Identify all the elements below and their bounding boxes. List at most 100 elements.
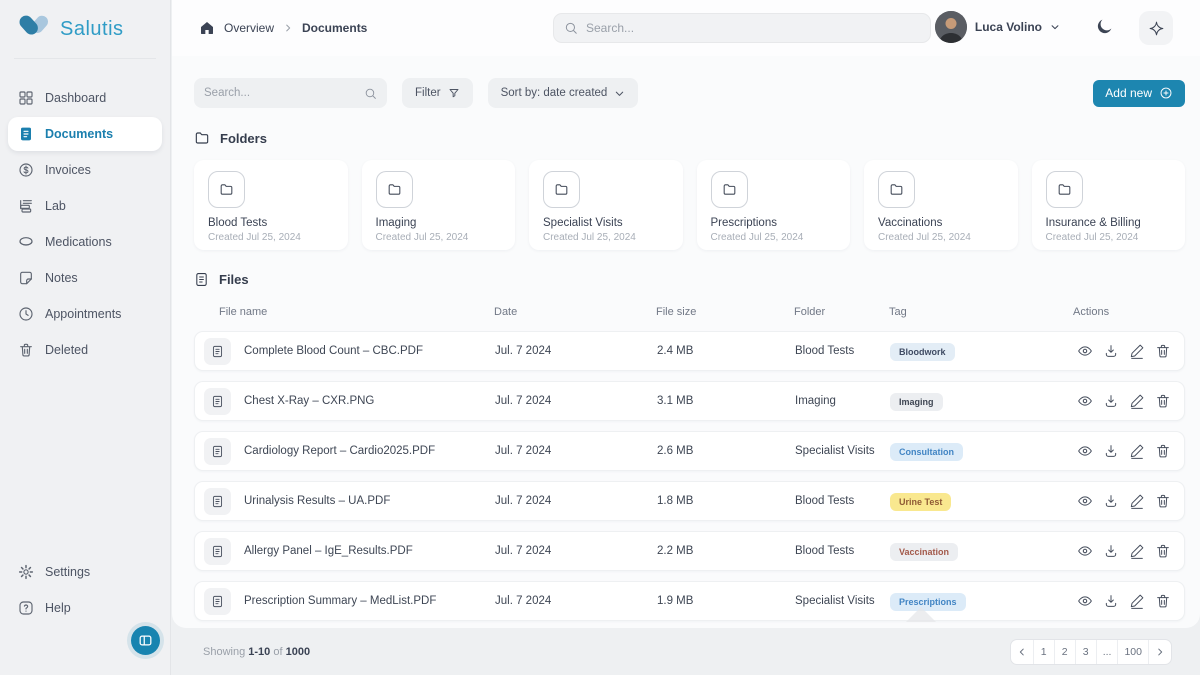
download-icon[interactable] (1103, 343, 1119, 359)
delete-icon[interactable] (1155, 593, 1171, 609)
folder-card[interactable]: Vaccinations Created Jul 25, 2024 (864, 160, 1018, 250)
content-toolbar: Filter Sort by: date created Add new (194, 78, 1185, 108)
sidebar-item-label: Appointments (45, 307, 121, 321)
file-folder: Specialist Visits (795, 595, 890, 607)
delete-icon[interactable] (1155, 443, 1171, 459)
sidebar-item-lab[interactable]: Lab (8, 189, 162, 223)
download-icon[interactable] (1103, 493, 1119, 509)
help-icon (18, 600, 34, 616)
table-row[interactable]: Urinalysis Results – UA.PDF Jul. 7 2024 … (194, 481, 1185, 521)
folder-card[interactable]: Insurance & Billing Created Jul 25, 2024 (1032, 160, 1186, 250)
tag-badge: Urine Test (890, 493, 951, 511)
view-icon[interactable] (1077, 393, 1093, 409)
sidebar-item-appointments[interactable]: Appointments (8, 297, 162, 331)
file-size: 2.6 MB (657, 445, 795, 457)
files-table-header: File name Date File size Folder Tag Acti… (194, 303, 1185, 321)
view-icon[interactable] (1077, 543, 1093, 559)
sidebar-item-deleted[interactable]: Deleted (8, 333, 162, 367)
files-section-header: Files (194, 272, 1200, 287)
home-icon[interactable] (199, 20, 215, 36)
folder-card[interactable]: Imaging Created Jul 25, 2024 (362, 160, 516, 250)
user-menu[interactable]: Luca Volino (935, 11, 1060, 43)
folders-section-title: Folders (220, 131, 267, 146)
global-search (553, 13, 931, 43)
delete-icon[interactable] (1155, 393, 1171, 409)
files-search-input[interactable] (204, 87, 364, 99)
add-new-button[interactable]: Add new (1093, 80, 1185, 107)
sidebar-item-help[interactable]: Help (8, 591, 163, 625)
chevron-down-icon (1050, 22, 1060, 32)
download-icon[interactable] (1103, 393, 1119, 409)
sidebar-item-label: Medications (45, 235, 112, 249)
grid-icon (18, 90, 34, 106)
edit-icon[interactable] (1129, 443, 1145, 459)
download-icon[interactable] (1103, 543, 1119, 559)
gear-icon (18, 564, 34, 580)
sidebar-item-dashboard[interactable]: Dashboard (8, 81, 162, 115)
edit-icon[interactable] (1129, 493, 1145, 509)
breadcrumb-parent[interactable]: Overview (224, 21, 274, 35)
tag-badge: Imaging (890, 393, 943, 411)
tag-badge: Consultation (890, 443, 963, 461)
table-row[interactable]: Cardiology Report – Cardio2025.PDF Jul. … (194, 431, 1185, 471)
edit-icon[interactable] (1129, 593, 1145, 609)
folder-name: Specialist Visits (543, 217, 683, 229)
sidebar-item-medications[interactable]: Medications (8, 225, 162, 259)
prev-page-button[interactable] (1011, 640, 1034, 664)
files-section-title: Files (219, 272, 249, 287)
collapse-sidebar-button[interactable] (131, 626, 160, 655)
view-icon[interactable] (1077, 493, 1093, 509)
sidebar-item-label: Help (45, 601, 71, 615)
sidebar-item-notes[interactable]: Notes (8, 261, 162, 295)
table-row[interactable]: Chest X-Ray – CXR.PNG Jul. 7 2024 3.1 MB… (194, 381, 1185, 421)
file-size: 2.4 MB (657, 345, 795, 357)
download-icon[interactable] (1103, 593, 1119, 609)
add-new-button-label: Add new (1105, 86, 1152, 100)
folder-card[interactable]: Blood Tests Created Jul 25, 2024 (194, 160, 348, 250)
breadcrumb-current[interactable]: Documents (302, 21, 367, 35)
next-page-button[interactable] (1149, 640, 1171, 664)
column-tag: Tag (889, 306, 1073, 318)
sidebar-item-label: Lab (45, 199, 66, 213)
view-icon[interactable] (1077, 593, 1093, 609)
file-size: 1.8 MB (657, 495, 795, 507)
results-summary: Showing 1-10 of 1000 (203, 646, 310, 658)
dark-mode-toggle[interactable] (1095, 17, 1114, 36)
sort-button[interactable]: Sort by: date created (488, 78, 639, 108)
files-search (194, 78, 387, 108)
view-icon[interactable] (1077, 443, 1093, 459)
table-row[interactable]: Prescription Summary – MedList.PDF Jul. … (194, 581, 1185, 621)
table-row[interactable]: Complete Blood Count – CBC.PDF Jul. 7 20… (194, 331, 1185, 371)
sidebar-item-label: Notes (45, 271, 78, 285)
of-label: of (273, 646, 282, 658)
table-row[interactable]: Allergy Panel – IgE_Results.PDF Jul. 7 2… (194, 531, 1185, 571)
sidebar-item-label: Dashboard (45, 91, 106, 105)
global-search-input[interactable] (586, 21, 920, 35)
sidebar-item-settings[interactable]: Settings (8, 555, 163, 589)
sidebar-item-label: Settings (45, 565, 90, 579)
edit-icon[interactable] (1129, 543, 1145, 559)
delete-icon[interactable] (1155, 343, 1171, 359)
delete-icon[interactable] (1155, 543, 1171, 559)
sidebar-item-label: Invoices (45, 163, 91, 177)
pill-icon (18, 234, 34, 250)
delete-icon[interactable] (1155, 493, 1171, 509)
sidebar-item-documents[interactable]: Documents (8, 117, 162, 151)
view-icon[interactable] (1077, 343, 1093, 359)
assistant-button[interactable] (1139, 11, 1173, 45)
folder-card[interactable]: Specialist Visits Created Jul 25, 2024 (529, 160, 683, 250)
page-button-3[interactable]: 3 (1076, 640, 1097, 664)
page-button-100[interactable]: 100 (1118, 640, 1149, 664)
folder-card[interactable]: Prescriptions Created Jul 25, 2024 (697, 160, 851, 250)
page-button-2[interactable]: 2 (1055, 640, 1076, 664)
filter-button[interactable]: Filter (402, 78, 473, 108)
download-icon[interactable] (1103, 443, 1119, 459)
plus-circle-icon (1159, 86, 1173, 100)
file-date: Jul. 7 2024 (495, 495, 657, 507)
file-name: Cardiology Report – Cardio2025.PDF (244, 445, 435, 457)
edit-icon[interactable] (1129, 343, 1145, 359)
sidebar-item-invoices[interactable]: Invoices (8, 153, 162, 187)
edit-icon[interactable] (1129, 393, 1145, 409)
page-button-1[interactable]: 1 (1034, 640, 1055, 664)
filter-button-label: Filter (415, 87, 441, 99)
